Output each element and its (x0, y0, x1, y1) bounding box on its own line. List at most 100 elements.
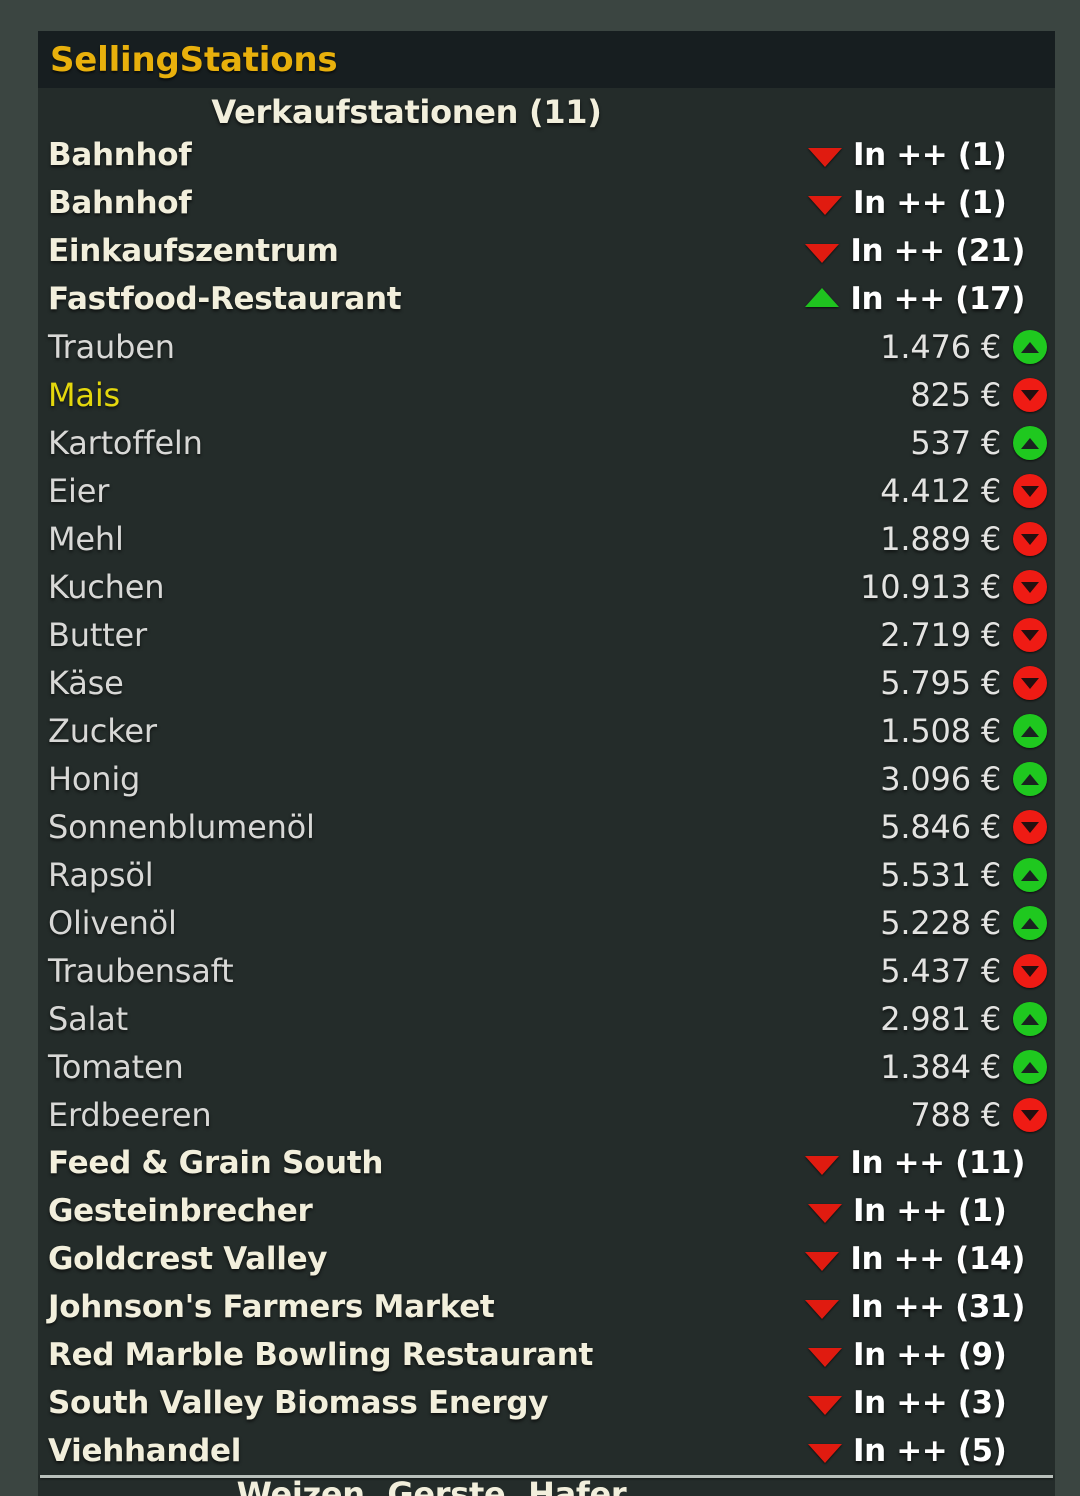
clipped-bottom-label: Weizen, Gerste, Hafer (237, 1478, 627, 1496)
product-price: 537 € (910, 424, 1001, 462)
row-right-group: In ++ (21) (805, 233, 1047, 269)
price-up-badge-icon (1013, 1002, 1047, 1036)
trend-down-triangle-icon (808, 1395, 842, 1415)
price-up-badge-icon (1013, 426, 1047, 460)
station-stock-label: In ++ (1) (853, 1193, 1007, 1229)
row-right-group: 5.846 € (880, 808, 1047, 846)
station-name: Red Marble Bowling Restaurant (48, 1337, 593, 1373)
trend-down-triangle-icon (805, 1155, 840, 1175)
trend-up-triangle-icon (805, 287, 840, 307)
station-row[interactable]: Red Marble Bowling Restaurant In ++ (9) (38, 1331, 1055, 1379)
price-down-badge-icon (1013, 954, 1047, 988)
station-name: Bahnhof (48, 185, 192, 221)
station-row[interactable]: Gesteinbrecher In ++ (1) (38, 1187, 1055, 1235)
station-stock-label: In ++ (14) (850, 1241, 1025, 1277)
clipped-bottom-row: Weizen, Gerste, Hafer (38, 1478, 1055, 1496)
product-row[interactable]: Tomaten 1.384 € (38, 1043, 1055, 1091)
station-row[interactable]: Viehhandel In ++ (5) (38, 1427, 1055, 1475)
station-stock-label: In ++ (5) (853, 1433, 1007, 1469)
station-stock-label: In ++ (9) (853, 1337, 1007, 1373)
price-down-badge-icon (1013, 474, 1047, 508)
selling-stations-panel: SellingStations Verkaufstationen (11) Ba… (38, 31, 1055, 1496)
station-name: Johnson's Farmers Market (48, 1289, 495, 1325)
trend-down-triangle-icon (808, 1347, 842, 1367)
arrow-up-icon (1021, 1013, 1039, 1025)
product-price: 5.531 € (880, 856, 1001, 894)
product-price: 5.846 € (880, 808, 1001, 846)
product-row[interactable]: Honig 3.096 € (38, 755, 1055, 803)
product-row[interactable]: Salat 2.981 € (38, 995, 1055, 1043)
station-stock-label: In ++ (11) (850, 1145, 1025, 1181)
station-row[interactable]: South Valley Biomass Energy In ++ (3) (38, 1379, 1055, 1427)
row-right-group: 5.795 € (880, 664, 1047, 702)
row-right-group: 4.412 € (880, 472, 1047, 510)
arrow-up-icon (1021, 437, 1039, 449)
price-down-badge-icon (1013, 522, 1047, 556)
product-row[interactable]: Traubensaft 5.437 € (38, 947, 1055, 995)
row-right-group: In ++ (1) (808, 1193, 1047, 1229)
product-price: 5.795 € (880, 664, 1001, 702)
product-row[interactable]: Rapsöl 5.531 € (38, 851, 1055, 899)
station-name: Viehhandel (48, 1433, 242, 1469)
station-stock-label: In ++ (17) (850, 281, 1025, 317)
product-row[interactable]: Mehl 1.889 € (38, 515, 1055, 563)
product-price: 4.412 € (880, 472, 1001, 510)
row-right-group: In ++ (1) (808, 137, 1047, 173)
product-price: 825 € (910, 376, 1001, 414)
product-row[interactable]: Kartoffeln 537 € (38, 419, 1055, 467)
product-price: 2.719 € (880, 616, 1001, 654)
product-row[interactable]: Käse 5.795 € (38, 659, 1055, 707)
arrow-down-icon (1021, 389, 1039, 401)
trend-down-triangle-icon (805, 1299, 840, 1319)
product-row[interactable]: Kuchen 10.913 € (38, 563, 1055, 611)
arrow-up-icon (1021, 1061, 1039, 1073)
station-stock-label: In ++ (1) (853, 185, 1007, 221)
product-price: 5.228 € (880, 904, 1001, 942)
screen: SellingStations Verkaufstationen (11) Ba… (0, 0, 1080, 1496)
row-right-group: 2.981 € (880, 1000, 1047, 1038)
station-stock-label: In ++ (1) (853, 137, 1007, 173)
row-right-group: In ++ (3) (808, 1385, 1047, 1421)
station-row[interactable]: Bahnhof In ++ (1) (38, 131, 1055, 179)
station-stock-label: In ++ (21) (850, 233, 1025, 269)
price-down-badge-icon (1013, 570, 1047, 604)
station-stock-label: In ++ (31) (850, 1289, 1025, 1325)
product-row[interactable]: Erdbeeren 788 € (38, 1091, 1055, 1139)
row-right-group: In ++ (14) (805, 1241, 1047, 1277)
arrow-down-icon (1021, 677, 1039, 689)
row-right-group: 10.913 € (860, 568, 1047, 606)
product-name: Honig (48, 760, 141, 798)
arrow-down-icon (1021, 965, 1039, 977)
product-row[interactable]: Zucker 1.508 € (38, 707, 1055, 755)
product-name: Salat (48, 1000, 128, 1038)
row-right-group: In ++ (17) (805, 281, 1047, 317)
product-row[interactable]: Butter 2.719 € (38, 611, 1055, 659)
station-row[interactable]: Goldcrest Valley In ++ (14) (38, 1235, 1055, 1283)
product-row[interactable]: Mais 825 € (38, 371, 1055, 419)
row-right-group: In ++ (9) (808, 1337, 1047, 1373)
station-row[interactable]: Johnson's Farmers Market In ++ (31) (38, 1283, 1055, 1331)
station-row[interactable]: Fastfood-Restaurant In ++ (17) (38, 275, 1055, 323)
product-name: Eier (48, 472, 110, 510)
station-name: Fastfood-Restaurant (48, 281, 402, 317)
product-name: Olivenöl (48, 904, 177, 942)
product-row[interactable]: Sonnenblumenöl 5.846 € (38, 803, 1055, 851)
price-down-badge-icon (1013, 378, 1047, 412)
panel-title: SellingStations (50, 39, 338, 80)
station-name: Goldcrest Valley (48, 1241, 328, 1277)
product-row[interactable]: Eier 4.412 € (38, 467, 1055, 515)
station-name: Einkaufszentrum (48, 233, 339, 269)
row-right-group: 2.719 € (880, 616, 1047, 654)
arrow-up-icon (1021, 917, 1039, 929)
row-right-group: 5.437 € (880, 952, 1047, 990)
trend-down-triangle-icon (808, 195, 842, 215)
price-up-badge-icon (1013, 858, 1047, 892)
product-row[interactable]: Olivenöl 5.228 € (38, 899, 1055, 947)
station-row[interactable]: Einkaufszentrum In ++ (21) (38, 227, 1055, 275)
product-price: 1.889 € (880, 520, 1001, 558)
row-right-group: 1.384 € (880, 1048, 1047, 1086)
station-row[interactable]: Bahnhof In ++ (1) (38, 179, 1055, 227)
trend-down-triangle-icon (805, 1251, 840, 1271)
product-row[interactable]: Trauben 1.476 € (38, 323, 1055, 371)
station-row[interactable]: Feed & Grain South In ++ (11) (38, 1139, 1055, 1187)
